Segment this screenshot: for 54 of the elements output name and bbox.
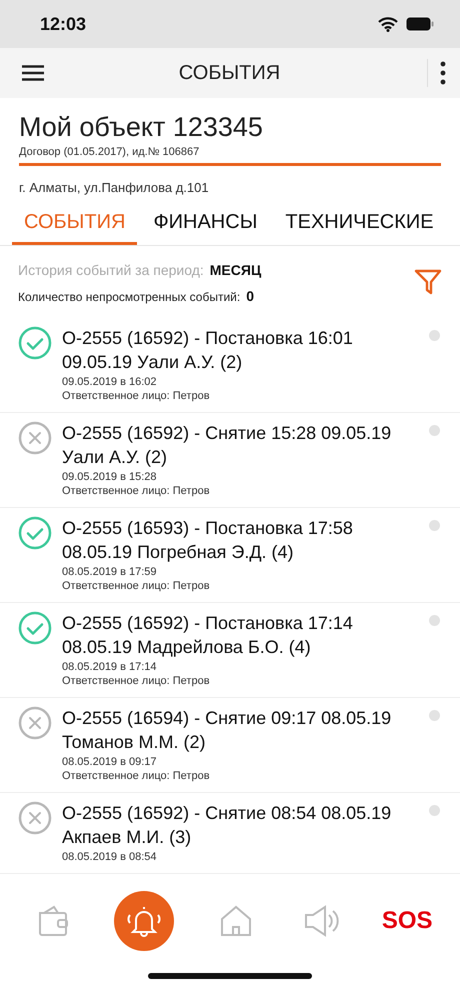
responsible-person: Ответственное лицо: Петров	[62, 485, 211, 497]
responsible-person: Ответственное лицо: Петров	[62, 390, 211, 402]
more-button[interactable]	[440, 61, 446, 85]
check-circle-icon	[18, 611, 52, 645]
speaker-icon	[302, 904, 341, 938]
event-title: О-2555 (16592) - Постановка 17:14 08.05.19 Мадрейлова Б.О. (4)	[62, 612, 354, 659]
event-row[interactable]: О-2555 (16592) - Снятие 08:54 08.05.19 Акпаев М.И. (3) 08.05.2019 в 08:54	[0, 793, 460, 874]
event-title: О-2555 (16592) - Снятие 08:54 08.05.19 Акпаев М.И. (3)	[62, 802, 392, 849]
battery-icon	[406, 17, 434, 31]
sos-button[interactable]: SOS	[383, 897, 432, 945]
event-row[interactable]: О-2555 (16594) - Снятие 09:17 08.05.19 Томанов М.М. (2) 08.05.2019 в 09:17 Ответственное лицо: Петров	[0, 698, 460, 793]
event-time: 08.05.2019 в 08:54	[62, 851, 158, 863]
unread-dot	[429, 330, 440, 341]
unread-dot	[429, 520, 440, 531]
cross-circle-icon	[18, 421, 52, 455]
responsible-person: Ответственное лицо: Петров	[62, 580, 211, 592]
event-row[interactable]: О-2555 (16592) - Постановка 17:14 08.05.19 Мадрейлова Б.О. (4) 08.05.2019 в 17:14 Ответственное лицо: Петров	[0, 603, 460, 698]
responsible-person: Ответственное лицо: Петров	[62, 770, 211, 782]
check-circle-icon	[18, 326, 52, 360]
menu-button[interactable]	[22, 65, 44, 81]
event-time: 08.05.2019 в 17:14	[62, 661, 158, 673]
event-time: 08.05.2019 в 17:59	[62, 566, 158, 578]
home-icon	[218, 904, 253, 938]
object-address: г. Алматы, ул.Панфилова д.101	[19, 180, 210, 195]
unread-dot	[429, 615, 440, 626]
period-label: История событий за период:	[18, 262, 204, 278]
period-value[interactable]: МЕСЯЦ	[210, 262, 262, 278]
object-name: Мой объект 123345	[19, 112, 264, 143]
unread-count: 0	[246, 288, 254, 304]
check-circle-icon	[18, 516, 52, 550]
unread-dot	[429, 425, 440, 436]
event-row[interactable]: О-2555 (16593) - Постановка 17:58 08.05.19 Погребная Э.Д. (4) 08.05.2019 в 17:59 Ответственное лицо: Петров	[0, 508, 460, 603]
event-row[interactable]: О-2555 (16592) - Снятие 15:28 09.05.19 Уали А.У. (2) 09.05.2019 в 15:28 Ответственное лицо: Петров	[0, 413, 460, 508]
unread-dot	[429, 805, 440, 816]
wifi-icon	[378, 16, 398, 32]
status-time: 12:03	[40, 14, 86, 34]
unread-dot	[429, 710, 440, 721]
contract-info: Договор (01.05.2017), ид.№ 106867	[19, 146, 200, 158]
unread-label: Количество непросмотренных событий:	[18, 290, 240, 304]
filter-button[interactable]	[414, 268, 442, 296]
tab[interactable]: ТЕХНИЧЕСКИЕ	[273, 207, 446, 245]
event-title: О-2555 (16593) - Постановка 17:58 08.05.19 Погребная Э.Д. (4)	[62, 517, 354, 564]
event-row[interactable]: О-2555 (16592) - Постановка 16:01 09.05.19 Уали А.У. (2) 09.05.2019 в 16:02 Ответственное лицо: Петров	[0, 318, 460, 413]
event-title: О-2555 (16594) - Снятие 09:17 08.05.19 Томанов М.М. (2)	[62, 707, 392, 754]
event-time: 08.05.2019 в 09:17	[62, 756, 158, 768]
cross-circle-icon	[18, 706, 52, 740]
responsible-person: Ответственное лицо: Петров	[62, 675, 211, 687]
event-time: 09.05.2019 в 15:28	[62, 471, 158, 483]
event-title: О-2555 (16592) - Постановка 16:01 09.05.19 Уали А.У. (2)	[62, 327, 354, 374]
cross-circle-icon	[18, 801, 52, 835]
tab[interactable]: ФИНАНСЫ	[141, 207, 270, 245]
event-time: 09.05.2019 в 16:02	[62, 376, 158, 388]
screen-title: СОБЫТИЯ	[178, 62, 282, 84]
event-title: О-2555 (16592) - Снятие 15:28 09.05.19 Уали А.У. (2)	[62, 422, 392, 469]
